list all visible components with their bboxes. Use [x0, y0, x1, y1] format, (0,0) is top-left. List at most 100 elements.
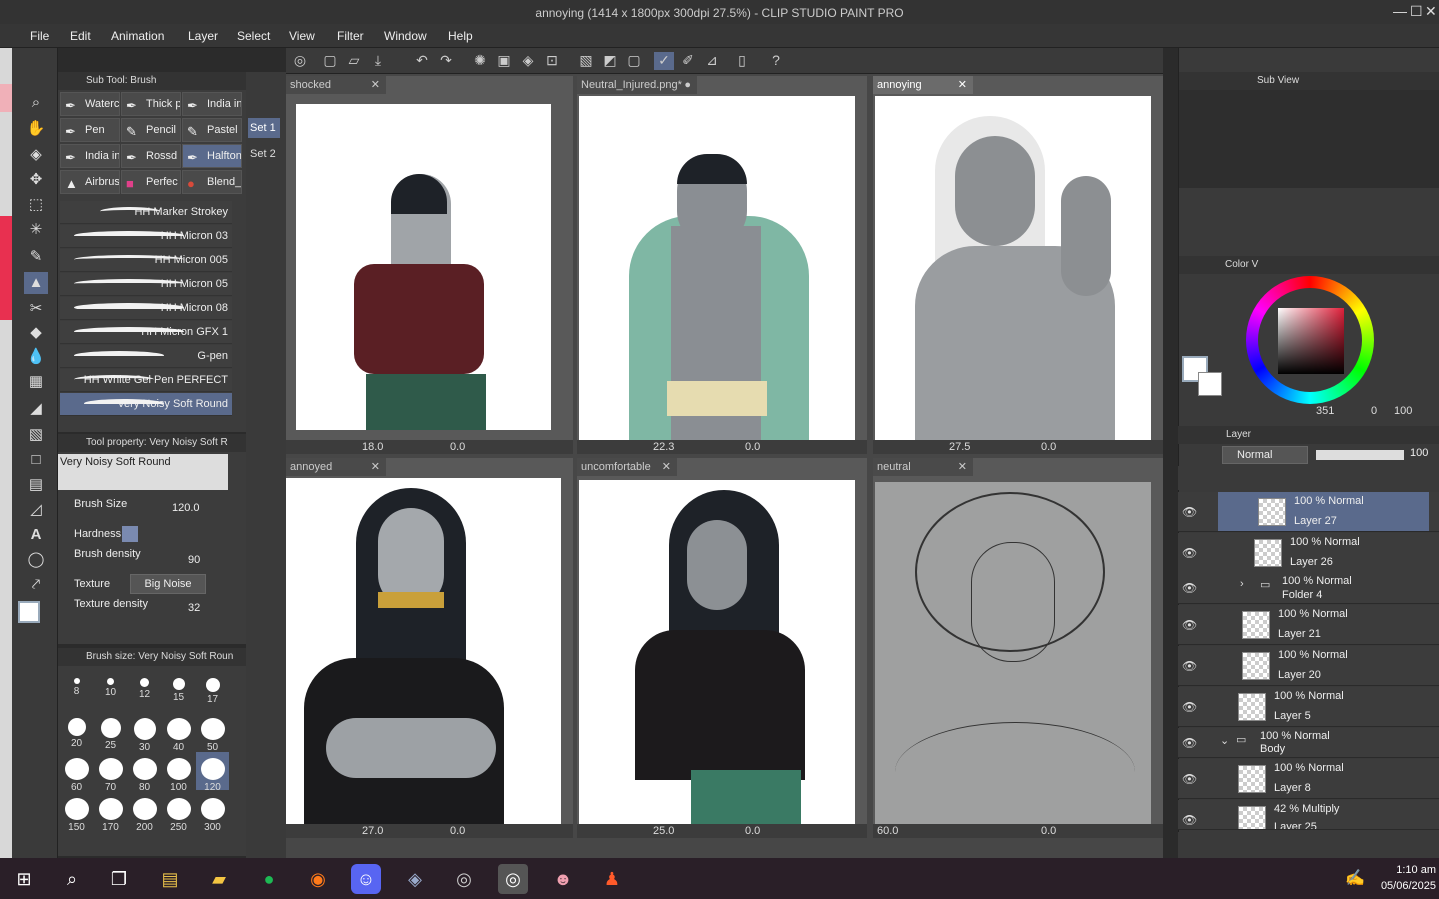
size-cell[interactable]: 25: [94, 712, 127, 751]
brush-item[interactable]: HH Micron 08: [60, 297, 232, 320]
snap-grid-icon[interactable]: ⊿: [702, 52, 722, 70]
close-button[interactable]: ✕: [1425, 3, 1437, 20]
eraser-icon[interactable]: ◆: [24, 322, 48, 344]
angle-readout[interactable]: 0.0: [745, 824, 760, 838]
eye-icon[interactable]: 👁: [1182, 700, 1197, 714]
menu-animation[interactable]: Animation: [111, 29, 164, 43]
pen-tray-icon[interactable]: ✍: [1340, 864, 1370, 894]
move-tool-icon[interactable]: ✥: [24, 169, 48, 191]
eyedropper-icon[interactable]: ✎: [24, 246, 48, 268]
texture-density-row[interactable]: Texture density 32: [58, 598, 246, 620]
zoom-readout[interactable]: 25.0: [653, 824, 674, 838]
steam-icon[interactable]: ◈: [400, 864, 430, 894]
file-explorer-icon[interactable]: ▰: [204, 864, 234, 894]
fill-icon[interactable]: ◈: [518, 52, 538, 70]
auto-select-icon[interactable]: ✳: [24, 219, 48, 241]
texture-density-value[interactable]: 32: [188, 602, 200, 614]
windows-start-icon[interactable]: ⊞: [9, 864, 39, 894]
rectangle-tool-icon[interactable]: □: [24, 449, 48, 471]
layer-row[interactable]: 👁 100 % Normal Layer 26: [1178, 533, 1439, 573]
opacity-value[interactable]: 100: [1410, 447, 1428, 459]
help-icon[interactable]: ?: [766, 52, 786, 70]
canvas-tab[interactable]: Neutral_Injured.png* ●: [577, 76, 697, 94]
menu-window[interactable]: Window: [384, 29, 427, 43]
layer-row[interactable]: 👁 100 % Normal Layer 21: [1178, 605, 1439, 645]
snap-special-icon[interactable]: ✐: [678, 52, 698, 70]
eye-icon[interactable]: 👁: [1182, 736, 1197, 750]
canvas-view-neutral[interactable]: neutral ✕ 60.0 0.0: [873, 458, 1163, 838]
selection-off-icon[interactable]: ▧: [576, 52, 596, 70]
ruler-tool-icon[interactable]: ◿: [24, 499, 48, 521]
brush-group-thick[interactable]: ✒ Thick p: [121, 92, 181, 116]
transform-icon[interactable]: ⊡: [542, 52, 562, 70]
brush-item[interactable]: HH Marker Strokey: [60, 201, 232, 224]
brush-size-row[interactable]: Brush Size 120.0: [58, 496, 246, 518]
menu-view[interactable]: View: [289, 29, 315, 43]
menu-select[interactable]: Select: [237, 29, 270, 43]
canvas-view-annoying[interactable]: annoying ✕ 27.5 0.0: [873, 76, 1163, 454]
opacity-slider[interactable]: [1316, 450, 1404, 460]
size-cell[interactable]: 20: [60, 712, 93, 750]
show-selection-icon[interactable]: ▢: [624, 52, 644, 70]
sub-view-area[interactable]: [1179, 90, 1439, 188]
zoom-readout[interactable]: 27.0: [362, 824, 383, 838]
layer-row[interactable]: 👁 100 % Normal Layer 20: [1178, 646, 1439, 686]
canvas-view-shocked[interactable]: shocked ✕ 18.0 0.0: [286, 76, 573, 454]
size-cell[interactable]: 200: [128, 792, 161, 833]
canvas-view-annoyed[interactable]: annoyed ✕ 27.0 0.0: [286, 458, 573, 838]
frame-tool-icon[interactable]: ▤: [24, 474, 48, 496]
correct-line-icon[interactable]: ⤤: [24, 574, 48, 596]
eye-icon[interactable]: 👁: [1182, 813, 1197, 827]
saturation-value-square[interactable]: [1278, 308, 1344, 374]
brush-item-selected[interactable]: Very Noisy Soft Round: [60, 393, 232, 416]
object-tool-icon[interactable]: ◈: [24, 144, 48, 166]
device-settings-icon[interactable]: ▯: [732, 52, 752, 70]
maximize-button[interactable]: ☐: [1410, 3, 1423, 20]
spotify-icon[interactable]: ●: [254, 864, 284, 894]
save-icon[interactable]: ⤓: [368, 52, 388, 70]
menu-help[interactable]: Help: [448, 29, 473, 43]
clip-studio-launcher-icon[interactable]: ◎: [449, 864, 479, 894]
decoration-tool-icon[interactable]: ✂: [24, 298, 48, 320]
eye-icon[interactable]: 👁: [1182, 618, 1197, 632]
canvas-view-uncomfortable[interactable]: uncomfortable ✕ 25.0 0.0: [577, 458, 867, 838]
blend-tool-icon[interactable]: 💧: [24, 346, 48, 368]
size-cell[interactable]: 40: [162, 712, 195, 753]
brush-item[interactable]: G-pen: [60, 345, 232, 368]
brush-item[interactable]: HH White Gel Pen PERFECT: [60, 369, 232, 392]
angle-readout[interactable]: 0.0: [745, 440, 760, 454]
clear-icon[interactable]: ▣: [494, 52, 514, 70]
eye-icon[interactable]: 👁: [1182, 505, 1197, 519]
layer-row[interactable]: 👁 100 % Normal Layer 8: [1178, 759, 1439, 799]
ghost-app-icon[interactable]: ♟: [597, 864, 627, 894]
hand-tool-icon[interactable]: ✋: [24, 118, 48, 140]
close-tab-icon[interactable]: ✕: [371, 76, 380, 94]
task-view-icon[interactable]: ❐: [104, 864, 134, 894]
loading-icon[interactable]: ✺: [470, 52, 490, 70]
size-cell[interactable]: 70: [94, 752, 127, 793]
layer-row[interactable]: 👁 100 % Normal Layer 5: [1178, 687, 1439, 727]
close-tab-icon[interactable]: ✕: [958, 76, 967, 94]
open-file-icon[interactable]: ▱: [344, 52, 364, 70]
clock-time[interactable]: 1:10 am: [1376, 864, 1436, 876]
character-app-icon[interactable]: ☻: [548, 864, 578, 894]
brush-item[interactable]: HH Micron 05: [60, 273, 232, 296]
firefox-icon[interactable]: ◉: [303, 864, 333, 894]
brush-tool-icon[interactable]: ▲: [24, 272, 48, 294]
zoom-readout[interactable]: 27.5: [949, 440, 970, 454]
hardness-row[interactable]: Hardness: [58, 524, 246, 546]
brush-group-pastel[interactable]: ✎ Pastel: [182, 118, 242, 142]
canvas-tab[interactable]: annoyed ✕: [286, 458, 386, 476]
discord-icon[interactable]: ☺: [351, 864, 381, 894]
gradient-tool-icon[interactable]: ▧: [24, 424, 48, 446]
texture-select[interactable]: Big Noise: [130, 574, 206, 594]
fill-tool-icon[interactable]: ◢: [24, 398, 48, 420]
angle-readout[interactable]: 0.0: [450, 824, 465, 838]
size-cell[interactable]: 8: [60, 672, 93, 710]
sub-color-swatch[interactable]: [1198, 372, 1222, 396]
eye-icon[interactable]: 👁: [1182, 659, 1197, 673]
angle-readout[interactable]: 0.0: [450, 440, 465, 454]
redo-icon[interactable]: ↷: [436, 52, 456, 70]
search-icon[interactable]: ⌕: [57, 864, 87, 894]
size-cell[interactable]: 50: [196, 712, 229, 753]
